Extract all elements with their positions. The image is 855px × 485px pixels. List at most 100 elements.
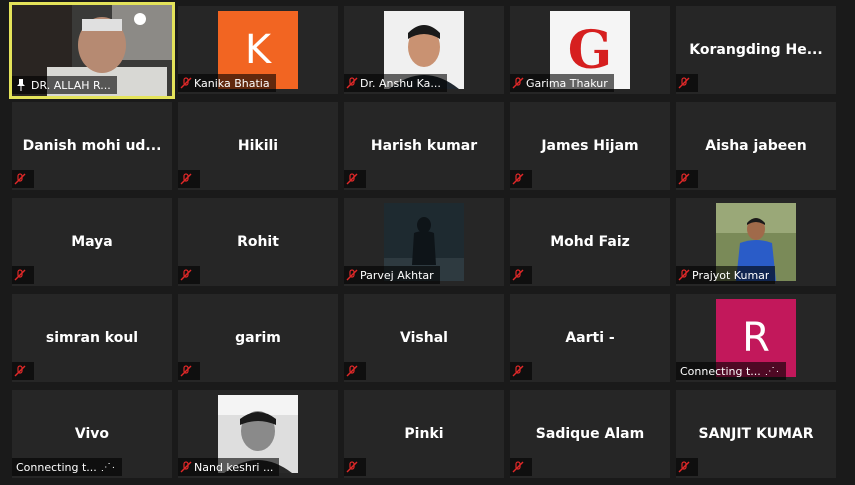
participant-name: James Hijam xyxy=(541,138,639,154)
participant-name: SANJIT KUMAR xyxy=(698,426,814,442)
participant-tile-hikili[interactable]: Hikili xyxy=(178,102,338,190)
muted-mic-icon xyxy=(676,74,692,92)
name-bar xyxy=(676,74,698,92)
name-bar xyxy=(344,170,366,188)
muted-mic-icon xyxy=(510,362,526,380)
participant-tile-aisha-jabeen[interactable]: Aisha jabeen xyxy=(676,102,836,190)
participant-name: Maya xyxy=(71,234,113,250)
muted-mic-icon xyxy=(510,266,526,284)
gallery-view: DR. ALLAH R... K Kanika Bhatia Dr. Anshu… xyxy=(0,0,855,485)
name-bar xyxy=(178,362,200,380)
pin-icon xyxy=(14,79,28,91)
participant-tile-vishal[interactable]: Vishal xyxy=(344,294,504,382)
participant-tile-parvej-akhtar[interactable]: Parvej Akhtar xyxy=(344,198,504,286)
name-bar xyxy=(12,362,34,380)
participant-tile-garima-thakur[interactable]: G Garima Thakur xyxy=(510,6,670,94)
name-bar: Kanika Bhatia xyxy=(178,74,276,92)
participant-name: Aisha jabeen xyxy=(705,138,807,154)
muted-mic-icon xyxy=(178,362,194,380)
participant-name: DR. ALLAH R... xyxy=(31,78,111,92)
participant-name: Vishal xyxy=(400,330,448,346)
participant-name: Danish mohi ud... xyxy=(22,138,162,154)
muted-mic-icon xyxy=(344,266,360,284)
participant-name: Vivo xyxy=(74,426,110,442)
participant-tile-sanjit-kumar[interactable]: SANJIT KUMAR xyxy=(676,390,836,478)
connecting-status: Connecting t... xyxy=(16,460,97,474)
participant-tile-kanika-bhatia[interactable]: K Kanika Bhatia xyxy=(178,6,338,94)
name-bar xyxy=(178,266,200,284)
muted-mic-icon xyxy=(12,362,28,380)
muted-mic-icon xyxy=(178,458,194,476)
muted-mic-icon xyxy=(510,170,526,188)
participant-tile-connecting-r[interactable]: R Connecting t... ⋰· xyxy=(676,294,836,382)
muted-mic-icon xyxy=(344,458,360,476)
name-bar: Connecting t... ⋰· xyxy=(12,458,123,476)
participant-name: Parvej Akhtar xyxy=(360,268,434,282)
participant-tile-dr-anshu[interactable]: Dr. Anshu Ka... xyxy=(344,6,504,94)
muted-mic-icon xyxy=(12,170,28,188)
participant-tile-danish[interactable]: Danish mohi ud... xyxy=(12,102,172,190)
muted-mic-icon xyxy=(12,266,28,284)
participant-tile-simran-koul[interactable]: simran koul xyxy=(12,294,172,382)
muted-mic-icon xyxy=(510,74,526,92)
connecting-status: Connecting t... xyxy=(680,364,761,378)
muted-mic-icon xyxy=(344,170,360,188)
participant-tile-james-hijam[interactable]: James Hijam xyxy=(510,102,670,190)
loading-dots-icon: ⋰· xyxy=(100,461,117,473)
participant-name: Prajyot Kumar xyxy=(692,268,770,282)
participant-tile-aarti[interactable]: Aarti - xyxy=(510,294,670,382)
participant-tile-prajyot-kumar[interactable]: Prajyot Kumar xyxy=(676,198,836,286)
participant-name: Aarti - xyxy=(565,330,615,346)
participant-tile-nand-keshri[interactable]: Nand keshri ... xyxy=(178,390,338,478)
name-bar xyxy=(676,458,698,476)
muted-mic-icon xyxy=(510,458,526,476)
participant-name: Korangding He... xyxy=(689,42,823,58)
name-bar xyxy=(510,362,532,380)
participant-tile-korangding[interactable]: Korangding He... xyxy=(676,6,836,94)
loading-dots-icon: ⋰· xyxy=(764,365,781,377)
name-bar: Garima Thakur xyxy=(510,74,614,92)
name-bar xyxy=(12,266,34,284)
name-bar xyxy=(676,170,698,188)
name-bar: Prajyot Kumar xyxy=(676,266,776,284)
name-bar xyxy=(344,458,366,476)
muted-mic-icon xyxy=(344,74,360,92)
participant-tile-sadique-alam[interactable]: Sadique Alam xyxy=(510,390,670,478)
participant-name: Garima Thakur xyxy=(526,76,608,90)
name-bar xyxy=(510,458,532,476)
participant-tile-dr-allah[interactable]: DR. ALLAH R... xyxy=(9,2,175,99)
participant-name: Dr. Anshu Ka... xyxy=(360,76,441,90)
participant-tile-pinki[interactable]: Pinki xyxy=(344,390,504,478)
participant-tile-garim[interactable]: garim xyxy=(178,294,338,382)
participant-tile-harish-kumar[interactable]: Harish kumar xyxy=(344,102,504,190)
participant-tile-mohd-faiz[interactable]: Mohd Faiz xyxy=(510,198,670,286)
participant-tile-rohit[interactable]: Rohit xyxy=(178,198,338,286)
muted-mic-icon xyxy=(344,362,360,380)
participant-name: Mohd Faiz xyxy=(550,234,630,250)
name-bar xyxy=(12,170,34,188)
muted-mic-icon xyxy=(676,266,692,284)
muted-mic-icon xyxy=(676,170,692,188)
participant-name: Rohit xyxy=(237,234,279,250)
participant-tile-vivo[interactable]: Vivo Connecting t... ⋰· xyxy=(12,390,172,478)
participant-name: Pinki xyxy=(404,426,444,442)
participant-name: Hikili xyxy=(237,138,279,154)
name-bar xyxy=(178,170,200,188)
participant-tile-maya[interactable]: Maya xyxy=(12,198,172,286)
muted-mic-icon xyxy=(178,74,194,92)
participant-name: Kanika Bhatia xyxy=(194,76,270,90)
participant-name: Sadique Alam xyxy=(535,426,645,442)
participant-name: Harish kumar xyxy=(370,138,478,154)
participant-name: garim xyxy=(235,330,281,346)
participant-name: Nand keshri ... xyxy=(194,460,274,474)
participant-name: simran koul xyxy=(45,330,139,346)
muted-mic-icon xyxy=(178,266,194,284)
muted-mic-icon xyxy=(178,170,194,188)
name-bar: Nand keshri ... xyxy=(178,458,280,476)
name-bar: Connecting t... ⋰· xyxy=(676,362,787,380)
name-bar xyxy=(510,170,532,188)
name-bar xyxy=(510,266,532,284)
name-bar: Dr. Anshu Ka... xyxy=(344,74,447,92)
name-bar: DR. ALLAH R... xyxy=(12,76,117,94)
name-bar: Parvej Akhtar xyxy=(344,266,440,284)
